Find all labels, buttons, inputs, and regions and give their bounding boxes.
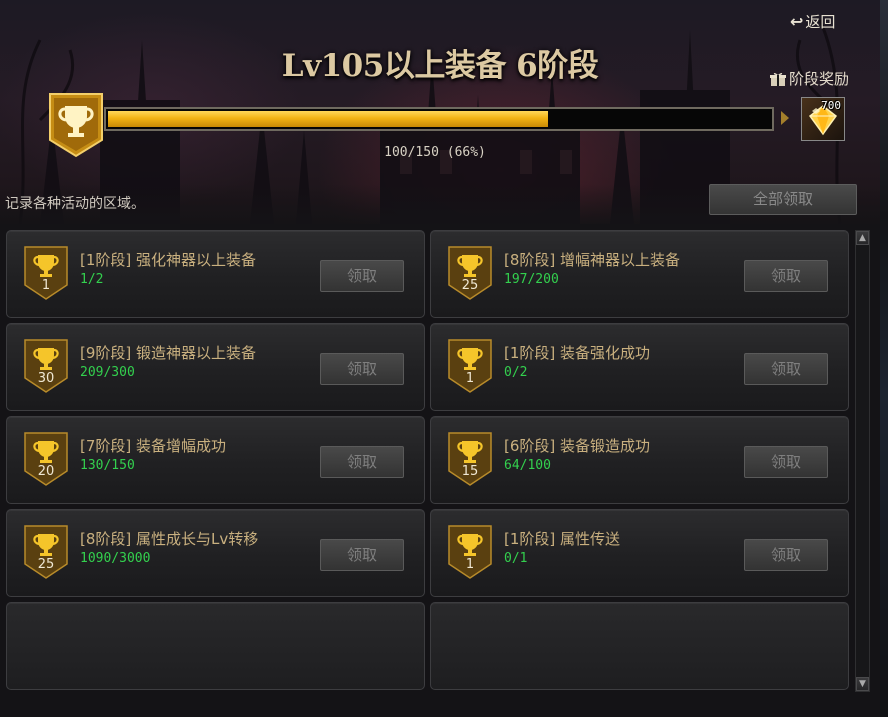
description-text: 记录各种活动的区域。 (5, 196, 145, 212)
scrollbar[interactable]: ▲ ▼ (855, 230, 870, 692)
task-progress: 1/2 (80, 272, 104, 287)
progress-text: 100/150 (66%) (384, 145, 486, 160)
task-card: 1 [1阶段] 属性传送 0/1 领取 (430, 509, 849, 597)
trophy-level: 15 (461, 464, 479, 479)
task-title: [1阶段] 强化神器以上装备 (80, 251, 257, 269)
task-card: 25 [8阶段] 增幅神器以上装备 197/200 领取 (430, 230, 849, 318)
task-progress: 0/1 (504, 551, 528, 566)
trophy-level: 1 (465, 371, 475, 386)
task-list: 1 [1阶段] 强化神器以上装备 1/2 领取 25 [8阶段] 增幅神器以上装… (6, 230, 852, 692)
task-title: [6阶段] 装备锻造成功 (504, 437, 651, 455)
achievement-panel: ↩ 返回 Lv105以上装备 6阶段 阶段奖励 700 100/150 (66%… (0, 0, 881, 717)
gift-icon (770, 72, 786, 86)
arrow-right-icon (781, 111, 789, 125)
return-arrow-icon: ↩ (790, 11, 804, 31)
task-progress: 197/200 (504, 272, 559, 287)
task-title: [7阶段] 装备增幅成功 (80, 437, 227, 455)
chevron-up-icon[interactable]: ▲ (856, 231, 869, 245)
reward-count: 700 (821, 99, 841, 112)
claim-button[interactable]: 领取 (320, 539, 404, 571)
trophy-level: 25 (37, 557, 55, 572)
trophy-badge: 25 (447, 245, 493, 301)
trophy-level: 30 (37, 371, 55, 386)
trophy-badge: 15 (447, 431, 493, 487)
claim-button[interactable]: 领取 (320, 446, 404, 478)
trophy-badge: 1 (447, 524, 493, 580)
task-card: 15 [6阶段] 装备锻造成功 64/100 领取 (430, 416, 849, 504)
task-title: [1阶段] 装备强化成功 (504, 344, 651, 362)
stage-reward-item[interactable]: 700 (801, 97, 845, 141)
claim-button[interactable]: 领取 (744, 353, 828, 385)
task-progress: 1090/3000 (80, 551, 151, 566)
claim-button[interactable]: 领取 (320, 260, 404, 292)
window-edge (880, 0, 888, 717)
trophy-badge: 30 (23, 338, 69, 394)
claim-all-button[interactable]: 全部领取 (709, 184, 857, 215)
trophy-level: 1 (465, 557, 475, 572)
trophy-level: 20 (37, 464, 55, 479)
trophy-badge: 1 (23, 245, 69, 301)
task-title: [1阶段] 属性传送 (504, 530, 621, 548)
stage-progress-bar (104, 107, 774, 131)
trophy-badge: 25 (23, 524, 69, 580)
page-title: Lv105以上装备 6阶段 (281, 48, 599, 84)
task-progress: 0/2 (504, 365, 528, 380)
empty-card (6, 602, 425, 690)
claim-button[interactable]: 领取 (744, 446, 828, 478)
trophy-level: 25 (461, 278, 479, 293)
trophy-level: 1 (41, 278, 51, 293)
task-card: 1 [1阶段] 装备强化成功 0/2 领取 (430, 323, 849, 411)
task-progress: 130/150 (80, 458, 135, 473)
stage-reward-label: 阶段奖励 (789, 70, 850, 88)
task-card: 1 [1阶段] 强化神器以上装备 1/2 领取 (6, 230, 425, 318)
task-title: [9阶段] 锻造神器以上装备 (80, 344, 257, 362)
progress-fill (108, 111, 549, 127)
task-card: 30 [9阶段] 锻造神器以上装备 209/300 领取 (6, 323, 425, 411)
task-title: [8阶段] 增幅神器以上装备 (504, 251, 681, 269)
task-progress: 64/100 (504, 458, 551, 473)
trophy-badge: 1 (447, 338, 493, 394)
back-button[interactable]: ↩ 返回 (790, 10, 835, 32)
claim-button[interactable]: 领取 (744, 539, 828, 571)
back-label: 返回 (805, 12, 836, 31)
task-card: 25 [8阶段] 属性成长与Lv转移 1090/3000 领取 (6, 509, 425, 597)
claim-button[interactable]: 领取 (320, 353, 404, 385)
chevron-down-icon[interactable]: ▼ (856, 677, 869, 691)
task-progress: 209/300 (80, 365, 135, 380)
claim-button[interactable]: 领取 (744, 260, 828, 292)
trophy-badge: 20 (23, 431, 69, 487)
empty-card (430, 602, 849, 690)
task-title: [8阶段] 属性成长与Lv转移 (80, 530, 259, 548)
task-card: 20 [7阶段] 装备增幅成功 130/150 领取 (6, 416, 425, 504)
stage-reward-link[interactable]: 阶段奖励 (770, 68, 849, 89)
